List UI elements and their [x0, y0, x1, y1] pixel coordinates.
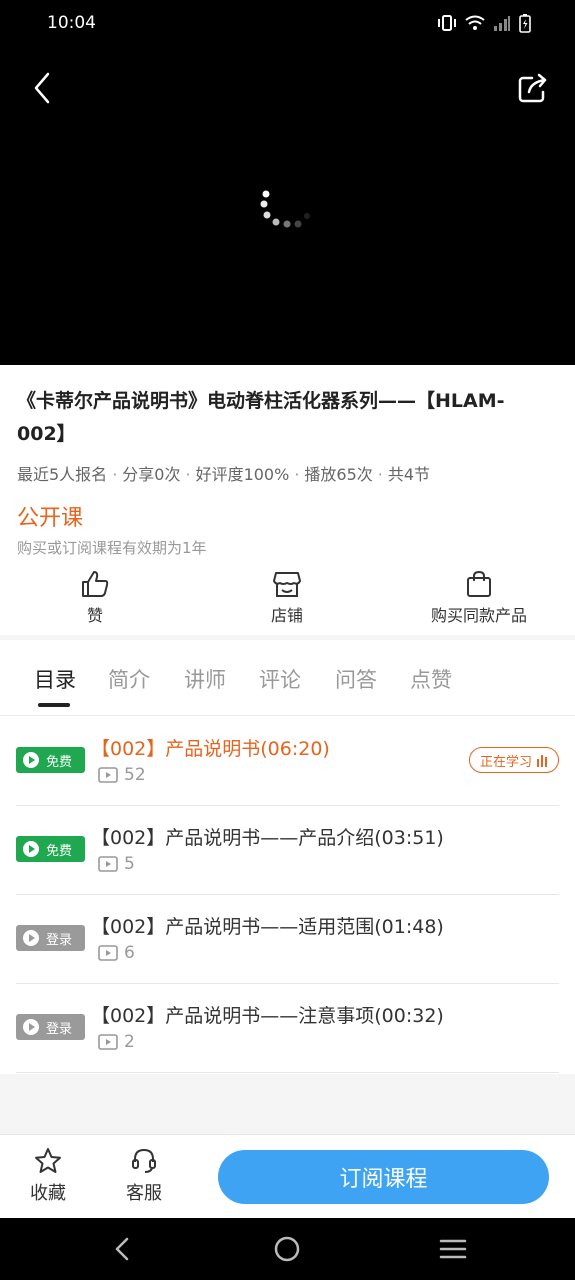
status-bar: 10:04 — [0, 0, 575, 48]
status-icons — [437, 13, 531, 33]
star-icon — [13, 1147, 83, 1175]
play-circle-icon — [23, 841, 39, 857]
stat-separator: · — [112, 465, 118, 484]
lesson-item[interactable]: 登录 【002】产品说明书——注意事项(00:32) 2 — [16, 983, 559, 1073]
tab-comments[interactable]: 评论 — [259, 664, 301, 694]
studying-label: 正在学习 — [479, 754, 532, 770]
video-icon — [98, 856, 118, 872]
course-type: 公开课 — [17, 506, 84, 531]
course-info: 《卡蒂尔产品说明书》电动脊柱活化器系列——【HLAM-002】 最近5人报名 · 分… — [0, 365, 575, 635]
lesson-title: 【002】产品说明书——注意事项(00:32) — [91, 1005, 444, 1027]
stat-separator: · — [185, 465, 191, 484]
login-badge: 登录 — [16, 925, 85, 951]
tab-catalog[interactable]: 目录 — [34, 664, 76, 694]
stat-separator: · — [294, 465, 300, 484]
tab-qa[interactable]: 问答 — [335, 664, 377, 694]
stat-plays: 播放65次 — [304, 465, 373, 484]
signal-icon — [493, 15, 511, 31]
play-count: 6 — [98, 943, 135, 963]
video-icon — [98, 945, 118, 961]
nav-menu-button[interactable] — [433, 1234, 473, 1264]
vibrate-icon — [437, 14, 457, 32]
headset-icon — [109, 1147, 179, 1175]
tab-likes[interactable]: 点赞 — [410, 664, 452, 694]
battery-charging-icon — [519, 13, 531, 33]
free-badge: 免费 — [16, 836, 85, 862]
stat-shares: 分享0次 — [122, 465, 181, 484]
buy-product-button[interactable]: 购买同款产品 — [409, 570, 549, 626]
play-count: 5 — [98, 854, 135, 874]
play-circle-icon — [23, 1019, 39, 1035]
back-button[interactable] — [28, 70, 58, 106]
shopping-bag-icon — [409, 570, 549, 598]
stat-sections: 共4节 — [387, 465, 431, 484]
studying-badge: 正在学习 — [468, 747, 559, 773]
play-count-value: 5 — [124, 854, 135, 874]
lesson-title: 【002】产品说明书——适用范围(01:48) — [91, 916, 444, 938]
tab-indicator — [38, 703, 70, 707]
system-nav-bar — [0, 1218, 575, 1280]
course-stats: 最近5人报名 · 分享0次 · 好评度100% · 播放65次 · 共4节 — [17, 461, 430, 485]
shop-label: 店铺 — [270, 606, 303, 625]
equalizer-icon — [537, 755, 547, 767]
status-time: 10:04 — [47, 13, 96, 33]
shop-icon — [217, 570, 357, 598]
tab-bar: 目录 简介 讲师 评论 问答 点赞 — [0, 640, 575, 716]
play-count-value: 52 — [124, 765, 146, 785]
play-circle-icon — [23, 930, 39, 946]
badge-label: 登录 — [46, 1021, 73, 1037]
favorite-label: 收藏 — [30, 1183, 66, 1204]
lesson-title: 【002】产品说明书——产品介绍(03:51) — [91, 827, 444, 849]
play-circle-icon — [23, 752, 39, 768]
video-player[interactable]: 10:04 — [0, 0, 575, 365]
play-count-value: 6 — [124, 943, 135, 963]
wifi-icon — [465, 15, 485, 31]
lesson-item[interactable]: 免费 【002】产品说明书——产品介绍(03:51) 5 — [16, 805, 559, 895]
nav-back-button[interactable] — [102, 1234, 142, 1264]
spinner-icon — [250, 182, 310, 242]
badge-label: 登录 — [46, 932, 73, 948]
play-count-value: 2 — [124, 1032, 135, 1052]
badge-label: 免费 — [46, 754, 73, 770]
shop-button[interactable]: 店铺 — [217, 570, 357, 626]
badge-label: 免费 — [46, 843, 73, 859]
customer-service-button[interactable]: 客服 — [109, 1147, 179, 1205]
service-label: 客服 — [126, 1183, 162, 1204]
play-count: 52 — [98, 765, 146, 785]
video-icon — [98, 1034, 118, 1050]
tab-lecturer[interactable]: 讲师 — [184, 664, 226, 694]
lesson-list: 免费 【002】产品说明书(06:20) 52 正在学习 免费 【002】产品说… — [0, 716, 575, 1074]
login-badge: 登录 — [16, 1014, 85, 1040]
free-badge: 免费 — [16, 747, 85, 773]
nav-home-icon — [267, 1236, 307, 1268]
action-row: 赞 店铺 购买同款产品 — [0, 570, 575, 634]
thumb-up-icon — [25, 570, 165, 598]
share-icon — [515, 73, 551, 110]
nav-back-icon — [102, 1237, 142, 1268]
validity-note: 购买或订阅课程有效期为1年 — [17, 539, 207, 557]
stat-rating: 好评度100% — [195, 465, 290, 484]
lesson-item[interactable]: 登录 【002】产品说明书——适用范围(01:48) 6 — [16, 894, 559, 984]
like-label: 赞 — [86, 606, 103, 625]
favorite-button[interactable]: 收藏 — [13, 1147, 83, 1205]
subscribe-button[interactable]: 订阅课程 — [218, 1150, 549, 1204]
stat-enrolled: 最近5人报名 — [17, 465, 108, 484]
buy-product-label: 购买同款产品 — [430, 606, 527, 625]
stat-separator: · — [377, 465, 383, 484]
nav-menu-icon — [433, 1239, 473, 1268]
chevron-left-icon — [28, 72, 58, 110]
bottom-action-bar: 收藏 客服 订阅课程 — [0, 1134, 575, 1219]
like-button[interactable]: 赞 — [25, 570, 165, 626]
play-count: 2 — [98, 1032, 135, 1052]
video-icon — [98, 767, 118, 783]
course-title: 《卡蒂尔产品说明书》电动脊柱活化器系列——【HLAM-002】 — [17, 390, 505, 445]
tab-intro[interactable]: 简介 — [108, 664, 150, 694]
lesson-item[interactable]: 免费 【002】产品说明书(06:20) 52 正在学习 — [16, 716, 559, 806]
nav-home-button[interactable] — [267, 1234, 307, 1264]
lesson-title: 【002】产品说明书(06:20) — [91, 738, 330, 760]
share-button[interactable] — [515, 70, 551, 106]
